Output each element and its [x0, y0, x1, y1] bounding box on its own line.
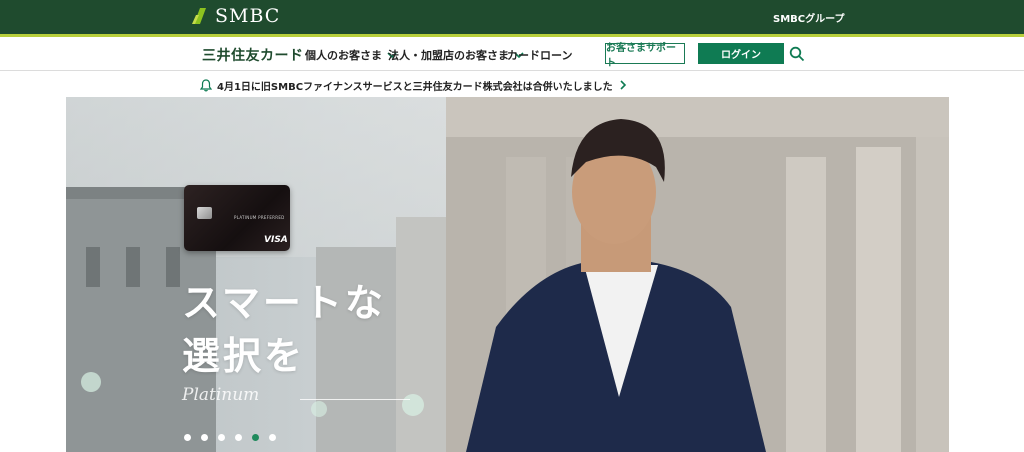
hero-script-logo: Platinum — [182, 385, 260, 405]
login-button[interactable]: ログイン — [698, 43, 784, 64]
customer-support-button[interactable]: お客さまサポート — [605, 43, 685, 69]
nav-item-label: 法人・加盟店のお客さま — [388, 49, 509, 62]
nav-item-card-loan[interactable]: カードローン — [507, 47, 572, 63]
nav-item-label: カードローン — [507, 49, 573, 62]
hero-banner[interactable]: PLATINUM PREFERRED VISA スマートな 選択を Platin… — [66, 97, 949, 452]
merger-notice[interactable]: 4月1日に旧SMBCファイナンスサービスと三井住友カード株式会社は合併いたしまし… — [200, 76, 627, 94]
smbc-logo-text: SMBC — [215, 5, 281, 27]
bell-icon — [200, 78, 212, 91]
search-icon[interactable] — [789, 46, 805, 62]
carousel-dot-active[interactable] — [252, 434, 259, 441]
nav-item-business[interactable]: 法人・加盟店のお客さま — [388, 47, 524, 63]
nav-item-label: 個人のお客さま — [305, 49, 382, 62]
carousel-dot[interactable] — [218, 434, 225, 441]
hero-headline-line1: スマートな — [182, 281, 386, 325]
carousel-dot[interactable] — [269, 434, 276, 441]
hero-headline-line2: 選択を — [182, 334, 306, 378]
smbc-leaf-icon — [192, 8, 206, 24]
smbc-group-link[interactable]: SMBCグループ — [773, 10, 845, 25]
carousel-dot[interactable] — [201, 434, 208, 441]
visa-logo: VISA — [264, 235, 288, 245]
carousel-pagination — [184, 434, 286, 441]
credit-card-image: PLATINUM PREFERRED VISA — [184, 185, 290, 251]
notice-text: 4月1日に旧SMBCファイナンスサービスと三井住友カード株式会社は合併いたしまし… — [217, 81, 613, 93]
card-label: PLATINUM PREFERRED — [234, 215, 285, 220]
top-brand-bar: SMBC SMBCグループ — [0, 0, 1024, 34]
card-chip-icon — [197, 207, 212, 219]
carousel-dot[interactable] — [184, 434, 191, 441]
main-navigation: 三井住友カード 個人のお客さま 法人・加盟店のお客さま カードローン お客さまサ… — [0, 37, 1024, 71]
carousel-dot[interactable] — [235, 434, 242, 441]
nav-item-personal[interactable]: 個人のお客さま — [305, 47, 397, 63]
hero-script-underline — [300, 399, 410, 400]
chevron-right-icon — [620, 80, 626, 90]
brand-logo[interactable]: 三井住友カード — [202, 45, 304, 65]
smbc-logo[interactable]: SMBC — [192, 4, 280, 28]
